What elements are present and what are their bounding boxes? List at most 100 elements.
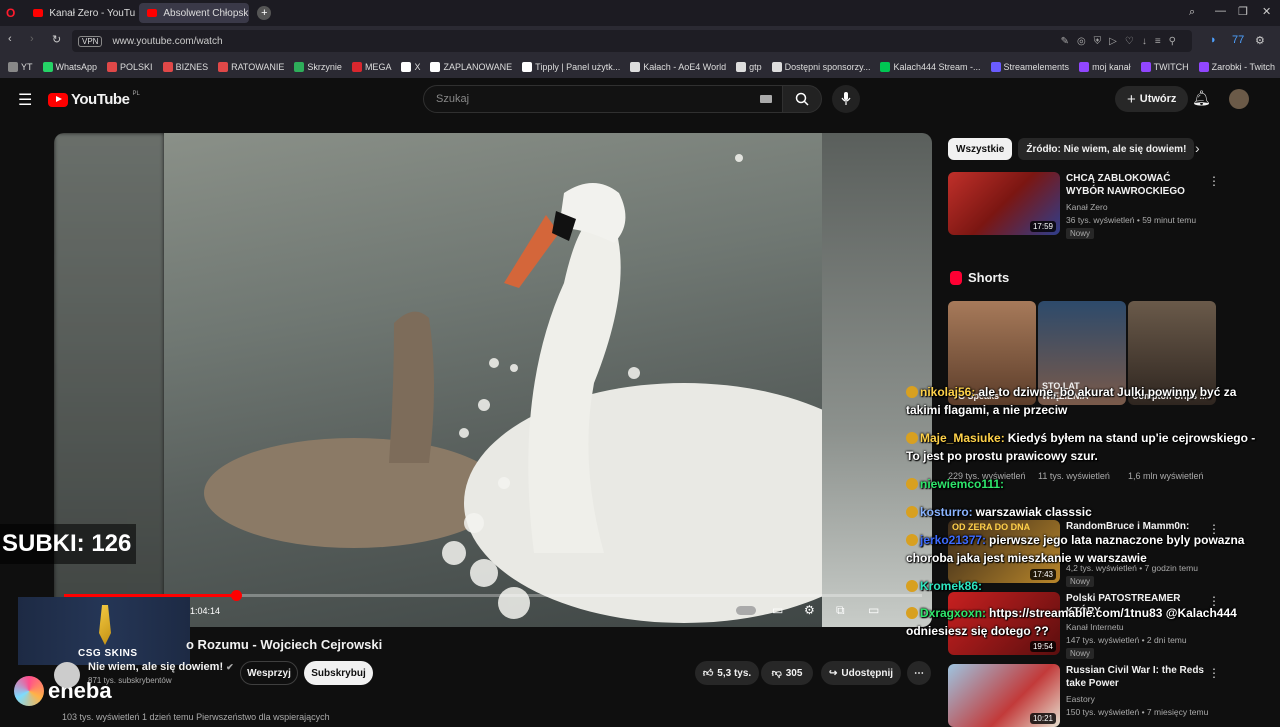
video-progress-bar[interactable]: [64, 590, 922, 601]
chat-username: Maje_Masiuke:: [920, 431, 1005, 445]
chips-next-icon[interactable]: ›: [1195, 140, 1200, 156]
bookmark-item[interactable]: Zarobki - Twitch: [1198, 62, 1275, 72]
youtube-logo[interactable]: YouTube PL: [48, 91, 140, 108]
bookmarks-bar: YT WhatsApp POLSKI BIZNES RATOWANIE Skrzynie M…: [0, 56, 1280, 78]
chat-badge-icon: [906, 534, 918, 546]
miniplayer-icon[interactable]: ⧉: [836, 603, 845, 618]
theater-mode-icon[interactable]: ▭: [868, 603, 879, 617]
forward-icon[interactable]: ›: [30, 33, 34, 45]
bookmark-item[interactable]: Streamelements: [990, 62, 1069, 72]
bookmark-item[interactable]: WhatsApp: [42, 62, 97, 72]
chat-username: Kromek86:: [920, 579, 983, 593]
more-vert-icon[interactable]: ⋮: [1208, 666, 1220, 680]
support-button[interactable]: Wesprzyj: [240, 661, 298, 685]
keyboard-icon[interactable]: [760, 95, 772, 103]
bookmark-item[interactable]: moj kanał: [1079, 62, 1131, 72]
bookmark-item[interactable]: MEGA: [351, 62, 391, 72]
thumbs-down-icon: 👎︎: [771, 668, 782, 679]
video-views-line: 103 tys. wyświetleń 1 dzień temu Pierwsz…: [62, 712, 330, 722]
bookmark-icon: [401, 62, 412, 72]
youtube-header: ☰ YouTube PL Szukaj + Utwórz 🔔︎: [0, 78, 1280, 122]
chip-source-channel[interactable]: Źródło: Nie wiem, ale się dowiem!: [1018, 138, 1195, 160]
voice-search-button[interactable]: [832, 85, 860, 113]
subscribe-button[interactable]: Subskrybuj: [304, 661, 373, 685]
create-button[interactable]: + Utwórz: [1115, 86, 1189, 112]
bookmark-icon: [162, 62, 173, 72]
bookmark-item[interactable]: Tipply | Panel użytk...: [522, 62, 620, 72]
account-avatar[interactable]: [1229, 89, 1249, 109]
tab-kanal-zero[interactable]: Kanał Zero - YouTube: [25, 3, 135, 23]
bookmark-icon: [107, 62, 118, 72]
dislike-button[interactable]: 👎︎ 305: [761, 661, 813, 685]
vpn-badge[interactable]: VPN: [78, 35, 103, 47]
bookmark-icon: [630, 62, 641, 72]
bookmark-item[interactable]: RATOWANIE: [218, 62, 284, 72]
reload-icon[interactable]: ↻: [52, 33, 61, 46]
menu-icon[interactable]: ☰: [18, 90, 32, 110]
extension-icon[interactable]: ◗: [1210, 34, 1217, 46]
chat-username: kosturro:: [920, 505, 973, 519]
bookmark-icon: [736, 62, 747, 72]
back-icon[interactable]: ‹: [8, 33, 12, 45]
related-filter-chips: Wszystkie Źródło: Nie wiem, ale się dowi…: [948, 138, 1195, 160]
bookmark-item[interactable]: Dostępni sponsorzy...: [771, 62, 870, 72]
share-button[interactable]: ↪ Udostępnij: [821, 661, 901, 685]
channel-name[interactable]: Nie wiem, ale się dowiem! ✔: [88, 661, 234, 673]
extensions-puzzle-icon[interactable]: ⚙: [1255, 34, 1265, 47]
new-tab-icon[interactable]: +: [257, 6, 272, 20]
chip-all[interactable]: Wszystkie: [948, 138, 1013, 160]
channel-subscriber-count: 871 tys. subskrybentów: [88, 676, 172, 685]
bookmark-item[interactable]: POLSKI: [107, 62, 153, 72]
bookmark-icon: [880, 62, 891, 72]
autoplay-toggle[interactable]: [736, 606, 756, 615]
bookmark-item[interactable]: Kałach - AoE4 World: [630, 62, 726, 72]
bookmark-item[interactable]: gtp: [736, 62, 762, 72]
search-input[interactable]: Szukaj: [423, 85, 783, 113]
minimize-icon[interactable]: —: [1215, 5, 1226, 17]
tab-absolwent[interactable]: Absolwent Chłopskiego R: [139, 3, 250, 23]
video-thumbnail[interactable]: 10:21: [948, 664, 1060, 727]
microphone-icon: [841, 92, 851, 105]
like-button[interactable]: 👍︎ 5,3 tys.: [695, 661, 759, 685]
eneba-logo-icon: [14, 676, 44, 706]
verified-icon: ✔: [226, 662, 234, 672]
bookmark-item[interactable]: Kalach444 Stream -...: [880, 62, 981, 72]
search-button[interactable]: [782, 85, 822, 113]
notifications-bell-icon[interactable]: 🔔︎: [1192, 89, 1211, 107]
scrubber-handle[interactable]: [230, 590, 242, 601]
channel-avatar[interactable]: [54, 662, 80, 688]
bookmark-item[interactable]: TWITCH: [1140, 62, 1189, 72]
close-window-icon[interactable]: ✕: [1262, 5, 1271, 18]
bookmark-item[interactable]: YT: [8, 62, 33, 72]
bookmark-item[interactable]: Skrzynie: [294, 62, 342, 72]
bookmark-item[interactable]: X: [401, 62, 420, 72]
share-icon: ↪: [828, 667, 838, 679]
shorts-icon: [950, 270, 962, 285]
bookmark-icon: [430, 62, 441, 72]
chat-message: Kromek86:: [906, 577, 1266, 595]
translate-icon[interactable]: 77: [1232, 34, 1244, 46]
list-item[interactable]: 17:59 CHCĄ ZABLOKOWAĆ WYBÓR NAWROCKIEGO …: [948, 172, 1268, 244]
subtitles-icon[interactable]: ▭: [772, 603, 783, 617]
list-item[interactable]: 10:21 Russian Civil War I: the Reds take…: [948, 664, 1268, 727]
bookmark-icon: [218, 62, 229, 72]
bookmark-item[interactable]: BIZNES: [162, 62, 208, 72]
browser-tab-bar: O Kanał Zero - YouTube Absolwent Chłopsk…: [0, 0, 1280, 26]
chat-username: Dxragxoxn:: [920, 606, 987, 620]
video-frame: [164, 133, 822, 627]
bookmark-icon: [522, 62, 533, 72]
settings-gear-icon[interactable]: ⚙: [804, 603, 815, 617]
bookmark-icon: [771, 62, 782, 72]
url-field[interactable]: VPN www.youtube.com/watch ✎◎⛨▷♡↓≡⚲: [72, 30, 1192, 52]
bookmark-item[interactable]: ZAPLANOWANE: [430, 62, 512, 72]
maximize-icon[interactable]: ❐: [1238, 5, 1248, 18]
plus-icon: +: [1127, 90, 1136, 108]
opera-icon[interactable]: O: [6, 6, 15, 20]
video-thumbnail[interactable]: 17:59: [948, 172, 1060, 235]
search-tabs-icon[interactable]: ⌕: [1189, 6, 1195, 19]
new-badge: Nowy: [1066, 648, 1095, 659]
more-vert-icon[interactable]: ⋮: [1208, 174, 1220, 188]
video-player[interactable]: 1:04:14 ▭ ⚙ ⧉ ▭: [54, 133, 932, 627]
more-actions-button[interactable]: ⋯: [907, 661, 931, 685]
search-icon: [795, 92, 809, 106]
